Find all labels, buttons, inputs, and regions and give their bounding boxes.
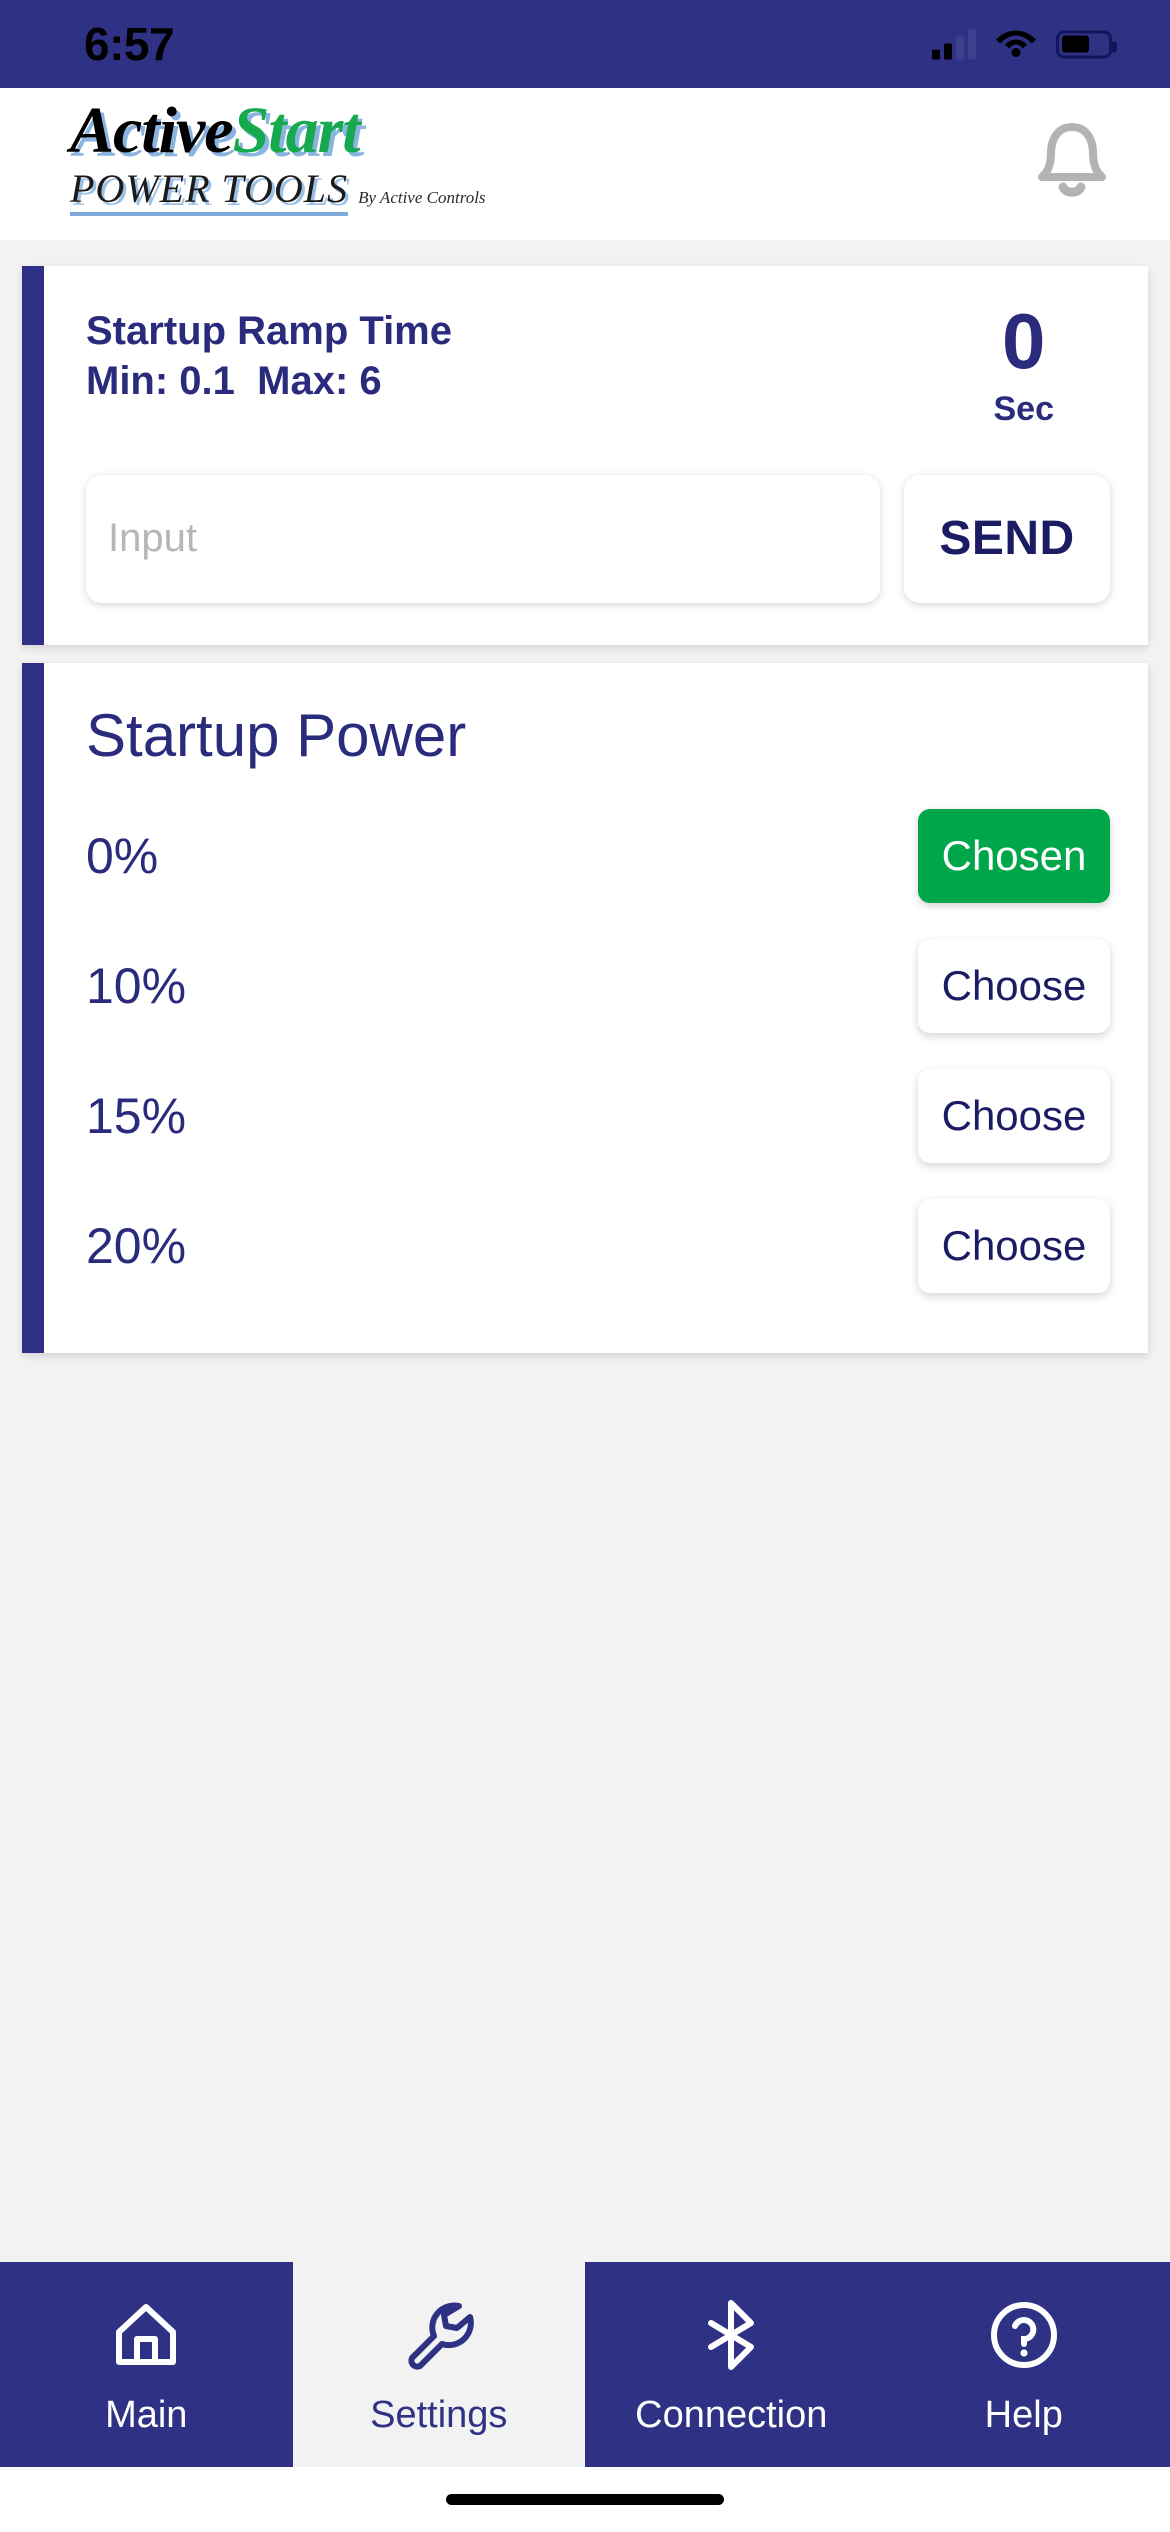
wifi-icon: [995, 26, 1037, 63]
brand-subtitle-row: POWER TOOLS By Active Controls: [70, 168, 486, 216]
status-bar: 6:57: [0, 0, 1170, 88]
ramp-labels: Startup Ramp Time Min: 0.1 Max: 6: [86, 306, 452, 406]
startup-ramp-time-card: Startup Ramp Time Min: 0.1 Max: 6 0 Sec …: [22, 266, 1148, 645]
home-icon: [107, 2296, 185, 2374]
main-content: Startup Ramp Time Min: 0.1 Max: 6 0 Sec …: [0, 240, 1170, 2262]
ramp-input-field[interactable]: Input: [86, 474, 880, 603]
bell-icon: [1032, 117, 1112, 208]
help-circle-icon: [985, 2296, 1063, 2374]
power-percent-label: 0%: [86, 827, 159, 884]
battery-icon: [1056, 30, 1117, 58]
brand-logo: ActiveStart POWER TOOLS By Active Contro…: [70, 94, 486, 216]
status-time: 6:57: [84, 18, 175, 70]
power-choose-button[interactable]: Choose: [918, 1068, 1110, 1163]
power-row: 10% Choose: [86, 921, 1110, 1051]
home-indicator-area: [0, 2467, 1170, 2532]
nav-label-main: Main: [105, 2393, 188, 2436]
nav-item-main[interactable]: Main: [0, 2262, 293, 2467]
app-screen: 6:57 ActiveStart POWER TOOLS By Active C…: [0, 0, 1170, 2532]
power-percent-label: 20%: [86, 1217, 187, 1274]
brand-active-text: Active: [70, 94, 234, 167]
ramp-input-row: Input SEND: [86, 474, 1110, 603]
nav-label-help: Help: [984, 2393, 1063, 2436]
signal-bars-icon: [932, 29, 976, 59]
nav-item-connection[interactable]: Connection: [585, 2262, 878, 2467]
ramp-value: 0: [1002, 297, 1046, 385]
brand-subtitle: POWER TOOLS: [70, 168, 349, 216]
ramp-title: Startup Ramp Time: [86, 309, 452, 353]
bluetooth-icon: [692, 2296, 770, 2374]
notification-bell-button[interactable]: [1026, 116, 1118, 208]
wrench-icon: [400, 2296, 478, 2374]
power-row: 0% Chosen: [86, 791, 1110, 921]
power-row: 20% Choose: [86, 1181, 1110, 1311]
brand-wordmark: ActiveStart: [70, 98, 486, 164]
power-choose-button[interactable]: Choose: [918, 1198, 1110, 1293]
power-row: 15% Choose: [86, 1051, 1110, 1181]
ramp-value-display: 0 Sec: [993, 297, 1111, 429]
power-choose-button[interactable]: Chosen: [918, 808, 1110, 903]
nav-item-settings[interactable]: Settings: [292, 2262, 585, 2467]
power-title: Startup Power: [86, 701, 467, 769]
app-header: ActiveStart POWER TOOLS By Active Contro…: [0, 88, 1170, 240]
brand-start-text: Start: [232, 94, 361, 167]
status-icons: [932, 26, 1117, 63]
power-percent-label: 10%: [86, 957, 187, 1014]
send-button[interactable]: SEND: [904, 474, 1110, 603]
startup-power-card: Startup Power 0% Chosen 10% Choose 15% C…: [22, 662, 1148, 1353]
power-percent-label: 15%: [86, 1087, 187, 1144]
ramp-range: Min: 0.1 Max: 6: [86, 359, 382, 403]
nav-label-connection: Connection: [635, 2393, 828, 2436]
power-choose-button[interactable]: Choose: [918, 938, 1110, 1033]
ramp-unit: Sec: [993, 389, 1055, 428]
bottom-navigation: Main Settings Connection Help: [0, 2262, 1170, 2467]
brand-byline: By Active Controls: [358, 188, 486, 207]
nav-item-help[interactable]: Help: [878, 2262, 1170, 2467]
nav-label-settings: Settings: [370, 2393, 508, 2436]
home-indicator[interactable]: [446, 2494, 724, 2505]
ramp-header-row: Startup Ramp Time Min: 0.1 Max: 6 0 Sec: [86, 297, 1111, 429]
